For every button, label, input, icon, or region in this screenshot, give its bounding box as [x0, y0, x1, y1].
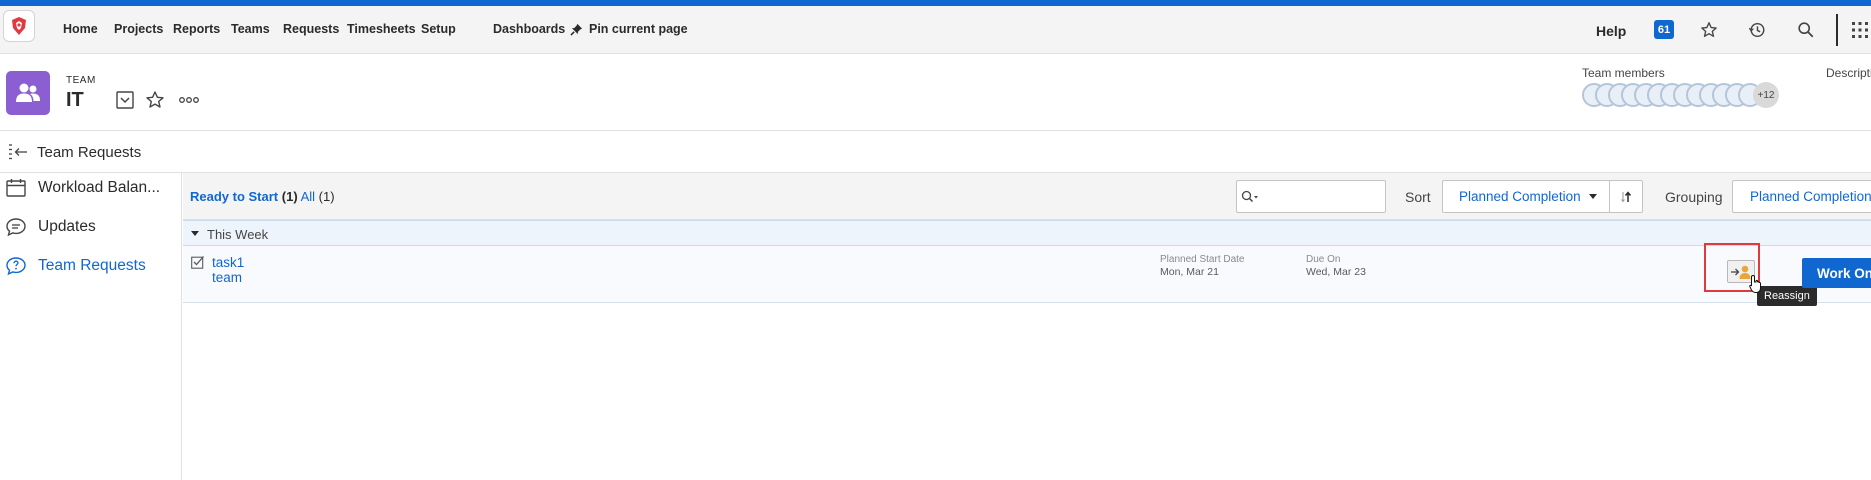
pin-icon — [570, 23, 583, 36]
sort-label: Sort — [1405, 189, 1431, 205]
nav-separator — [1836, 14, 1838, 46]
team-name: IT — [66, 89, 84, 111]
notifications-badge[interactable]: 61 — [1654, 20, 1674, 39]
nav-reports[interactable]: Reports — [173, 22, 220, 36]
hand-cursor-icon — [1749, 274, 1761, 293]
sidebar-item-workload-balancer[interactable]: Workload Balan... — [0, 171, 182, 205]
nav-timesheets[interactable]: Timesheets — [347, 22, 416, 36]
search-icon[interactable] — [1795, 19, 1817, 41]
pin-current-page-button[interactable]: Pin current page — [570, 22, 688, 36]
sidebar-item-label: Updates — [38, 218, 96, 235]
top-navigation: Home Projects Reports Teams Requests Tim… — [0, 6, 1871, 54]
team-header: TEAM IT Team members Description +12 — [0, 55, 1871, 131]
nav-dashboards[interactable]: Dashboards — [493, 22, 565, 36]
app-logo[interactable] — [3, 10, 35, 42]
panel-title: Team Requests — [37, 144, 142, 161]
more-members-count[interactable]: +12 — [1753, 82, 1779, 108]
description-label: Description — [1826, 66, 1871, 80]
collapse-group-icon[interactable] — [191, 231, 199, 236]
grouping-value: Planned Completion — [1750, 189, 1871, 204]
grouping-select[interactable]: Planned Completion — [1732, 180, 1871, 213]
help-link[interactable]: Help — [1596, 23, 1626, 39]
nav-home[interactable]: Home — [63, 22, 98, 36]
filter-ready-count: (1) — [281, 189, 298, 204]
speech-bubble-icon — [6, 218, 26, 237]
filter-all[interactable]: All — [301, 189, 315, 204]
team-avatar — [6, 71, 50, 115]
chevron-down-icon — [1588, 194, 1597, 199]
sidebar-item-updates[interactable]: Updates — [0, 210, 182, 244]
history-clock-icon[interactable] — [1746, 19, 1768, 41]
team-members-label: Team members — [1582, 66, 1665, 80]
calendar-icon — [6, 179, 26, 197]
more-options-icon[interactable] — [178, 89, 200, 111]
app-grid-icon[interactable] — [1849, 19, 1871, 41]
collapse-panel-icon[interactable] — [8, 143, 30, 161]
favorite-star-icon[interactable] — [144, 89, 166, 111]
list-toolbar: Ready to Start (1) All (1) Sort Planned … — [183, 173, 1871, 220]
nav-requests[interactable]: Requests — [283, 22, 339, 36]
sidebar-item-label: Team Requests — [38, 257, 146, 274]
object-type-label: TEAM — [66, 75, 96, 86]
favorites-star-icon[interactable] — [1698, 19, 1720, 41]
sort-arrows-icon — [1621, 190, 1632, 202]
panel-header: Team Requests — [0, 132, 1871, 173]
filter-ready-to-start[interactable]: Ready to Start — [190, 189, 278, 204]
left-sidebar: Workload Balan... Updates Team Requests — [0, 173, 182, 480]
checkbox-dropdown-icon[interactable] — [114, 89, 136, 111]
row-actions-layer: Reassign Work On It — [183, 243, 1871, 306]
nav-projects[interactable]: Projects — [114, 22, 163, 36]
sort-direction-button[interactable] — [1610, 180, 1643, 213]
sort-value: Planned Completion — [1459, 189, 1581, 204]
sort-select[interactable]: Planned Completion — [1442, 180, 1610, 213]
pin-label: Pin current page — [589, 22, 688, 36]
group-header: This Week — [183, 220, 1871, 246]
reassign-tooltip: Reassign — [1757, 286, 1817, 306]
question-bubble-icon — [6, 257, 26, 276]
sidebar-item-team-requests[interactable]: Team Requests — [0, 249, 182, 283]
team-people-icon — [16, 83, 40, 102]
grouping-label: Grouping — [1665, 189, 1723, 205]
group-label: This Week — [207, 227, 269, 242]
work-on-it-button[interactable]: Work On It — [1802, 258, 1871, 288]
nav-setup[interactable]: Setup — [421, 22, 456, 36]
search-input[interactable] — [1236, 180, 1386, 213]
sidebar-item-label: Workload Balan... — [38, 179, 161, 196]
filter-all-count: (1) — [318, 189, 335, 204]
logo-icon — [12, 17, 26, 35]
requests-list-area: Ready to Start (1) All (1) Sort Planned … — [183, 173, 1871, 480]
filter-links: Ready to Start (1) All (1) — [190, 189, 335, 204]
team-members-avatars[interactable]: +12 — [1582, 82, 1779, 108]
search-dropdown-icon[interactable] — [1241, 190, 1259, 204]
nav-teams[interactable]: Teams — [231, 22, 270, 36]
